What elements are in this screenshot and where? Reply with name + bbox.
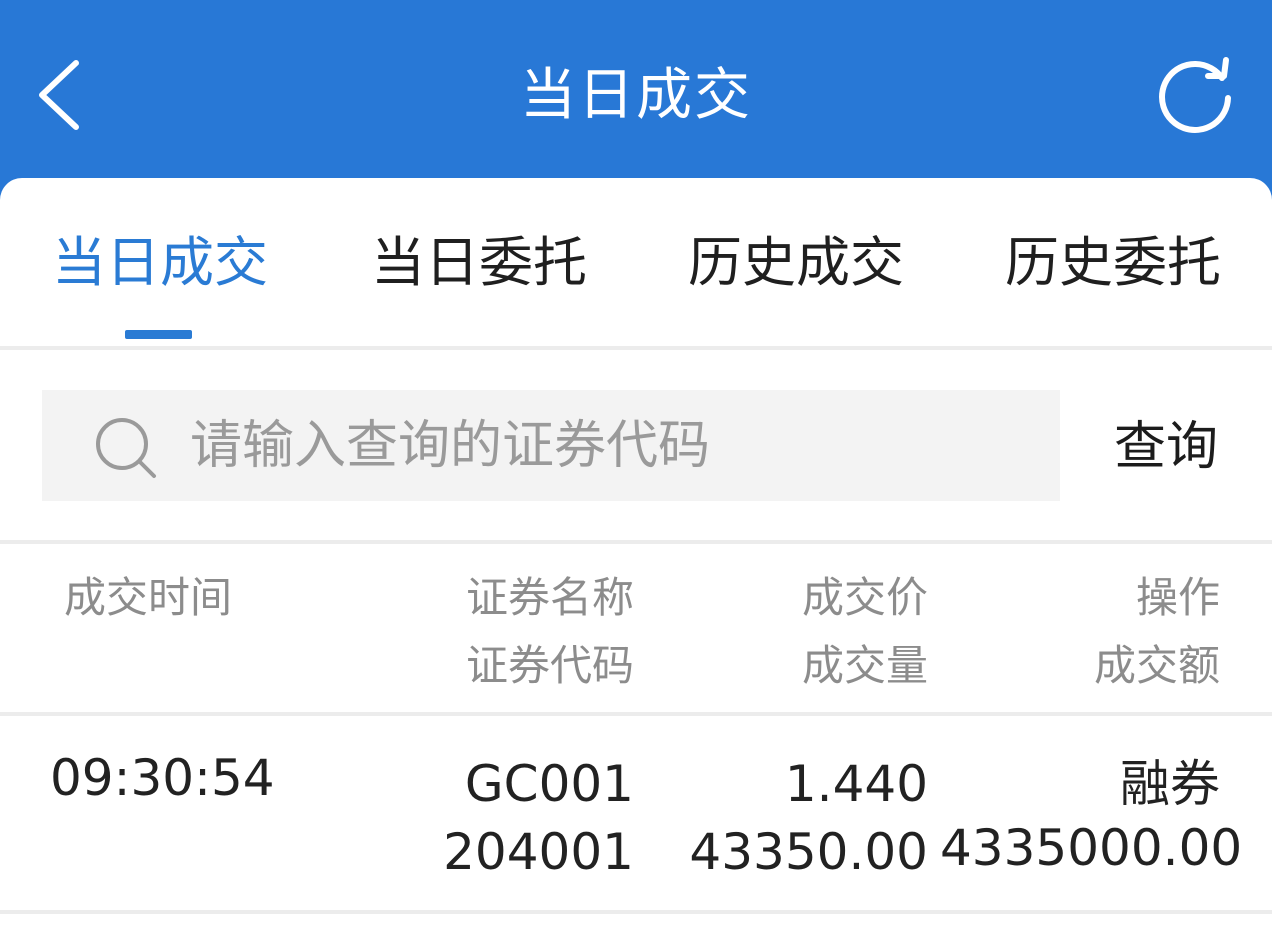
trade-volume: 43350.00 [689, 823, 928, 881]
refresh-button[interactable] [1150, 52, 1240, 142]
app-header: 当日成交 [0, 0, 1272, 190]
header-divider [0, 712, 1272, 716]
tab-today-trades[interactable]: 当日成交 [52, 228, 268, 298]
search-box[interactable] [42, 390, 1060, 501]
col-trade-time: 成交时间 [64, 573, 233, 622]
search-divider [0, 540, 1272, 544]
refresh-icon [1159, 57, 1231, 133]
col-trade-amount: 成交额 [1093, 641, 1220, 690]
tab-history-trades[interactable]: 历史成交 [688, 228, 904, 298]
query-button[interactable]: 查询 [1114, 412, 1218, 482]
col-security-code: 证券代码 [465, 641, 634, 690]
tab-today-orders[interactable]: 当日委托 [371, 228, 587, 298]
content-panel: 当日成交 当日委托 历史成交 历史委托 查询 成交时间 证券名称 证券代码 成交… [0, 178, 1272, 942]
col-trade-price: 成交价 [801, 573, 928, 622]
trade-time: 09:30:54 [50, 749, 275, 807]
operation: 融券 [1120, 755, 1220, 813]
tabs-divider [0, 346, 1272, 350]
search-icon [96, 418, 156, 478]
col-trade-volume: 成交量 [801, 641, 928, 690]
security-name: GC001 [464, 755, 634, 813]
col-operation: 操作 [1135, 573, 1220, 622]
row-divider [0, 910, 1272, 914]
active-tab-indicator [125, 330, 192, 339]
tab-bar: 当日成交 当日委托 历史成交 历史委托 [0, 178, 1272, 346]
col-security-name: 证券名称 [465, 573, 634, 622]
trade-amount: 4335000.00 [940, 819, 1243, 877]
search-input[interactable] [190, 390, 1030, 501]
page-title: 当日成交 [520, 63, 752, 128]
trade-price: 1.440 [784, 755, 928, 813]
tab-history-orders[interactable]: 历史委托 [1005, 228, 1221, 298]
security-code: 204001 [443, 823, 634, 881]
